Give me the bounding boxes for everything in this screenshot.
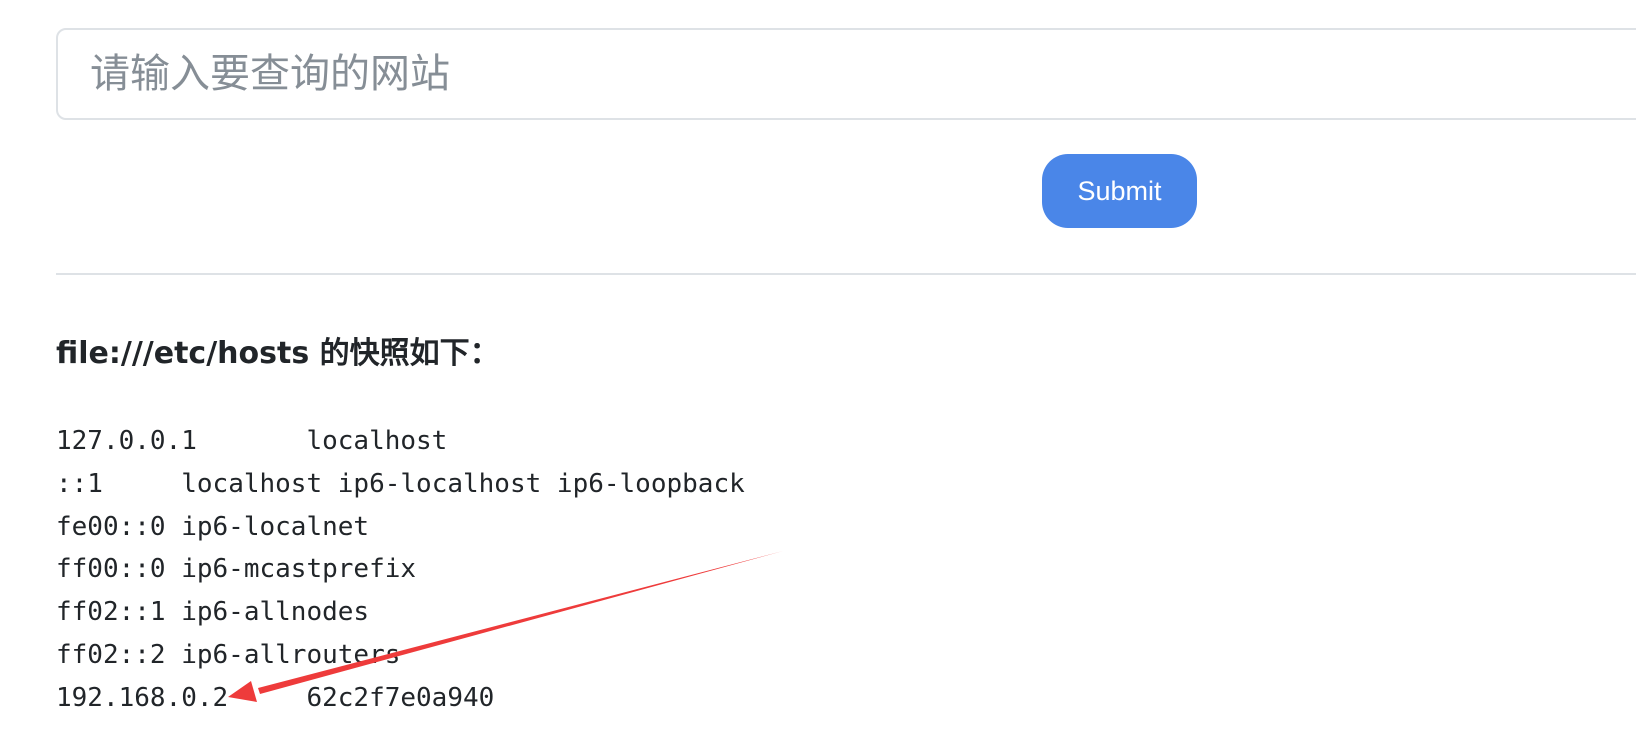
snapshot-heading: file:///etc/hosts 的快照如下： <box>56 336 500 371</box>
hosts-file-content: 127.0.0.1 localhost ::1 localhost ip6-lo… <box>56 426 745 713</box>
website-url-input[interactable] <box>56 28 1636 120</box>
divider <box>56 273 1636 275</box>
submit-button[interactable]: Submit <box>1042 154 1197 228</box>
